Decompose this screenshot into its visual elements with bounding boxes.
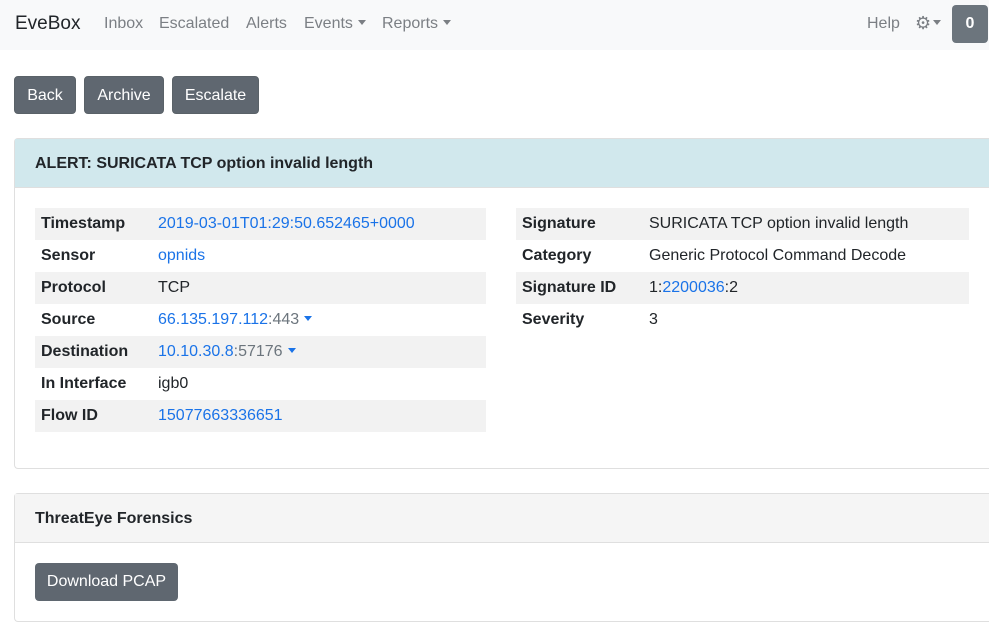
table-row: Destination 10.10.30.8:57176: [35, 336, 486, 368]
table-row: Protocol TCP: [35, 272, 486, 304]
archive-button[interactable]: Archive: [84, 76, 164, 114]
table-row: Signature SURICATA TCP option invalid le…: [516, 208, 969, 240]
chevron-down-icon: [443, 20, 452, 25]
nav-help[interactable]: Help: [867, 15, 900, 33]
source-label: Source: [41, 311, 96, 328]
escalate-button[interactable]: Escalate: [172, 76, 259, 114]
nav-escalated[interactable]: Escalated: [159, 15, 229, 33]
destination-label: Destination: [35, 336, 152, 368]
category-label: Category: [522, 247, 592, 264]
table-row: Timestamp 2019-03-01T01:29:50.652465+000…: [35, 208, 486, 240]
nav-alerts[interactable]: Alerts: [246, 15, 287, 33]
download-pcap-button[interactable]: Download PCAP: [35, 563, 178, 601]
nav-events-dropdown[interactable]: Events: [304, 15, 366, 33]
table-row: Category Generic Protocol Command Decode: [516, 240, 969, 272]
timestamp-label: Timestamp: [35, 208, 152, 240]
signature-label: Signature: [516, 208, 643, 240]
chevron-down-icon[interactable]: [287, 348, 296, 353]
sensor-label: Sensor: [41, 247, 96, 264]
protocol-label: Protocol: [35, 272, 152, 304]
alert-details-left: Timestamp 2019-03-01T01:29:50.652465+000…: [35, 208, 486, 432]
nav-reports-dropdown[interactable]: Reports: [382, 15, 452, 33]
destination-port: :57176: [233, 343, 283, 360]
severity-value: 3: [649, 311, 658, 328]
alert-details-right: Signature SURICATA TCP option invalid le…: [516, 208, 969, 336]
in-interface-value: igb0: [158, 375, 189, 392]
alert-title: ALERT: SURICATA TCP option invalid lengt…: [15, 139, 989, 188]
nav-events-label: Events: [304, 15, 353, 32]
brand-link[interactable]: EveBox: [15, 13, 80, 35]
category-value: Generic Protocol Command Decode: [649, 247, 907, 264]
back-button[interactable]: Back: [14, 76, 76, 114]
navbar: EveBox Inbox Escalated Alerts Events Rep…: [0, 0, 989, 50]
table-row: Severity 3: [516, 304, 969, 336]
source-ip-link[interactable]: 66.135.197.112: [158, 311, 268, 328]
severity-label: Severity: [522, 311, 585, 328]
table-row: In Interface igb0: [35, 368, 486, 400]
destination-ip-link[interactable]: 10.10.30.8: [158, 343, 234, 360]
settings-dropdown[interactable]: ⚙: [915, 13, 942, 34]
table-row: Signature ID 1:2200036:2: [516, 272, 969, 304]
sensor-link[interactable]: opnids: [158, 247, 205, 264]
chevron-down-icon[interactable]: [304, 316, 313, 321]
nav-inbox[interactable]: Inbox: [104, 15, 143, 33]
in-interface-label: In Interface: [41, 375, 127, 392]
gear-icon: ⚙: [915, 13, 932, 33]
protocol-value: TCP: [152, 272, 486, 304]
signature-rev: :2: [724, 279, 738, 296]
alert-card: ALERT: SURICATA TCP option invalid lengt…: [14, 138, 989, 469]
source-port: :443: [268, 311, 300, 328]
timestamp-link[interactable]: 2019-03-01T01:29:50.652465+0000: [158, 215, 415, 232]
flow-id-label: Flow ID: [35, 400, 152, 432]
chevron-down-icon: [357, 20, 366, 25]
forensics-card: ThreatEye Forensics Download PCAP: [14, 493, 989, 622]
forensics-title: ThreatEye Forensics: [15, 494, 989, 543]
signature-id-label: Signature ID: [516, 272, 643, 304]
inbox-count-badge[interactable]: 0: [952, 5, 988, 43]
chevron-down-icon: [933, 20, 942, 25]
signature-gid: 1:: [649, 279, 663, 296]
flow-id-link[interactable]: 15077663336651: [158, 407, 283, 424]
table-row: Source 66.135.197.112:443: [35, 304, 486, 336]
signature-value: SURICATA TCP option invalid length: [643, 208, 969, 240]
signature-id-link[interactable]: 2200036: [662, 279, 724, 296]
nav-reports-label: Reports: [382, 15, 439, 32]
table-row: Flow ID 15077663336651: [35, 400, 486, 432]
table-row: Sensor opnids: [35, 240, 486, 272]
